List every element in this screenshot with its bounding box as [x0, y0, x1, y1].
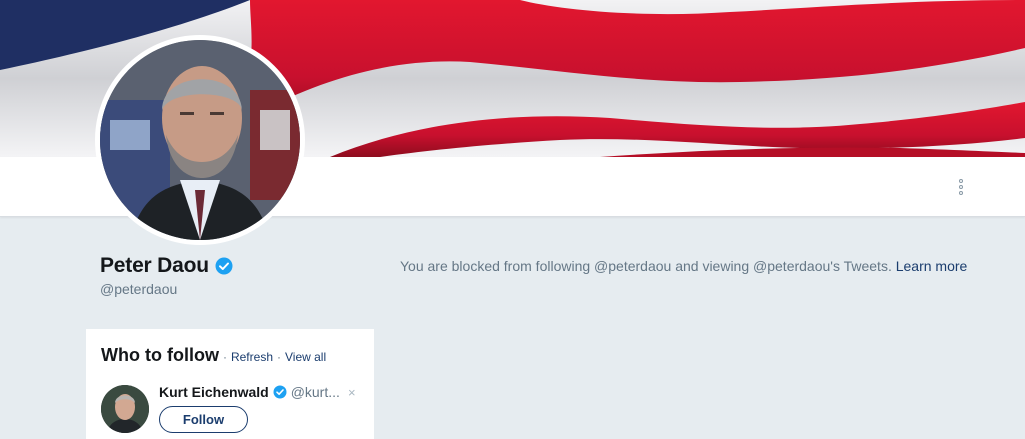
blocked-notice-text: You are blocked from following @peterdao…: [400, 258, 892, 274]
refresh-link[interactable]: Refresh: [231, 350, 273, 364]
suggestion-name-row[interactable]: Kurt Eichenwald @kurt...: [159, 384, 340, 400]
who-to-follow-card: Who to follow · Refresh · View all Kurt …: [86, 329, 374, 439]
more-vertical-icon: [959, 179, 963, 183]
suggestion-name: Kurt Eichenwald: [159, 384, 269, 400]
more-dot: [959, 185, 963, 189]
verified-badge-icon: [215, 257, 233, 275]
verified-badge-icon: [273, 385, 287, 399]
profile-handle: @peterdaou: [100, 281, 178, 297]
profile-name-row: Peter Daou: [100, 254, 233, 278]
who-to-follow-title: Who to follow: [101, 345, 219, 365]
blocked-notice: You are blocked from following @peterdao…: [400, 258, 967, 274]
separator: ·: [277, 350, 281, 364]
who-to-follow-header: Who to follow · Refresh · View all: [101, 345, 326, 366]
learn-more-link[interactable]: Learn more: [896, 258, 968, 274]
avatar-photo: [100, 40, 300, 240]
view-all-link[interactable]: View all: [285, 350, 326, 364]
close-icon[interactable]: ×: [348, 385, 356, 400]
profile-name: Peter Daou: [100, 254, 209, 277]
follow-button[interactable]: Follow: [159, 406, 248, 433]
profile-avatar[interactable]: [95, 35, 305, 245]
separator: ·: [222, 350, 227, 364]
more-dot: [959, 191, 963, 195]
suggestion-avatar[interactable]: [101, 385, 149, 433]
more-options-button[interactable]: [950, 176, 972, 198]
suggestion-handle: @kurt...: [290, 384, 340, 400]
